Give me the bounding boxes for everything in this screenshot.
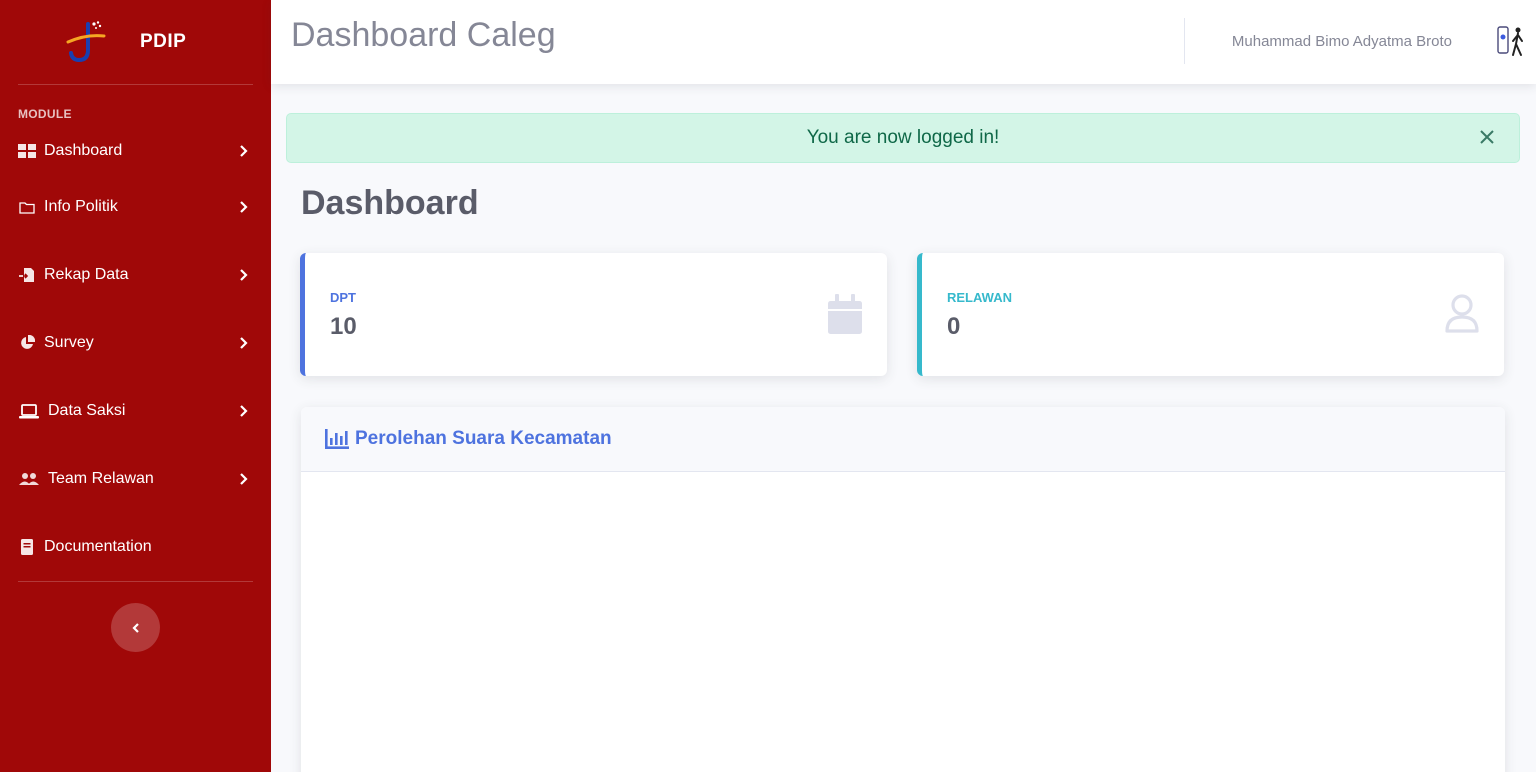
sidebar-item-team-relawan[interactable]: Team Relawan [0,445,271,513]
stat-label: DPT [330,290,356,305]
calendar-icon [828,294,862,334]
sidebar-item-survey[interactable]: Survey [0,309,271,377]
chart-bar-icon [325,429,349,449]
chart-card-title: Perolehan Suara Kecamatan [355,428,612,449]
app-title: Dashboard Caleg [291,16,556,54]
brand-logo-icon [66,21,106,63]
chevron-right-icon [240,144,248,157]
sidebar-item-label: Data Saksi [48,402,126,419]
chevron-left-icon [131,622,139,633]
pie-chart-icon [18,335,36,351]
chevron-right-icon [240,473,248,485]
alert-message: You are now logged in! [806,127,1000,148]
stat-card-dpt: DPT 10 [300,253,887,376]
stat-label: RELAWAN [947,290,1012,305]
folder-icon [18,199,36,215]
chevron-right-icon [240,269,248,281]
file-import-icon [18,267,36,283]
brand-name: PDIP [140,31,187,52]
user-icon [1445,294,1479,333]
sidebar-item-label: Documentation [44,538,152,555]
chevron-right-icon [240,405,248,417]
chevron-right-icon [240,337,248,349]
user-name[interactable]: Muhammad Bimo Adyatma Broto [1232,33,1452,50]
book-icon [18,539,36,555]
sidebar-toggle-button[interactable] [111,603,160,652]
stat-value: 0 [947,313,961,340]
sidebar-item-label: Team Relawan [48,470,154,487]
sidebar-heading: MODULE [18,107,72,121]
sidebar-item-data-saksi[interactable]: Data Saksi [0,377,271,445]
login-alert: You are now logged in! [286,113,1520,163]
page-title: Dashboard [301,184,479,222]
sidebar-brand[interactable]: PDIP [0,0,271,84]
laptop-icon [18,403,40,419]
main-content: You are now logged in! Dashboard DPT 10 … [271,84,1536,772]
users-icon [18,471,40,487]
chart-card: Perolehan Suara Kecamatan [301,407,1505,772]
sidebar-item-rekap-data[interactable]: Rekap Data [0,241,271,309]
stat-value: 10 [330,313,357,340]
topbar: Dashboard Caleg Muhammad Bimo Adyatma Br… [271,0,1536,84]
topbar-divider [1184,18,1185,64]
dashboard-grid-icon [18,143,36,159]
chart-area [301,472,1505,772]
chart-card-header: Perolehan Suara Kecamatan [301,407,1505,472]
stat-card-relawan: RELAWAN 0 [917,253,1504,376]
sidebar-item-label: Survey [44,334,94,351]
sidebar: PDIP MODULE Dashboard Info Politik Rekap… [0,0,271,772]
chevron-right-icon [240,201,248,213]
sidebar-item-documentation[interactable]: Documentation [0,513,271,581]
sidebar-item-label: Dashboard [44,141,123,159]
close-icon[interactable] [1479,128,1495,146]
sidebar-item-info-politik[interactable]: Info Politik [0,173,271,241]
sidebar-item-dashboard[interactable]: Dashboard [0,128,271,173]
sidebar-item-label: Info Politik [44,198,118,215]
sidebar-item-label: Rekap Data [44,266,129,283]
avatar[interactable] [1496,24,1526,60]
